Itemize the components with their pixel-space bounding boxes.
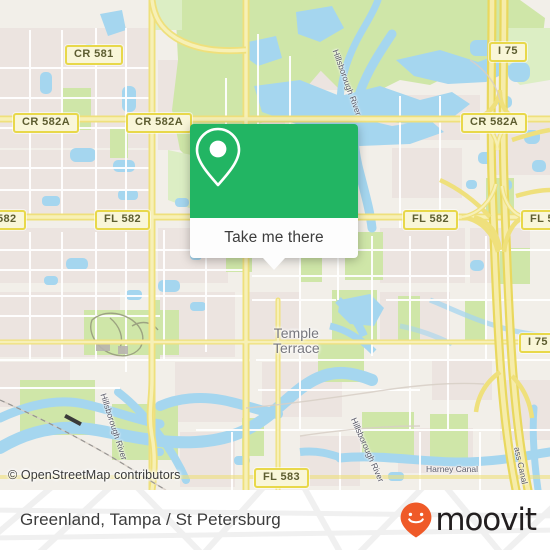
- take-me-there-callout[interactable]: Take me there: [190, 124, 358, 258]
- road-shield-582-clipped[interactable]: 582: [0, 210, 26, 230]
- road-shield-fl-582-west[interactable]: FL 582: [95, 210, 151, 230]
- road-shield-i-75-north[interactable]: I 75: [489, 42, 527, 62]
- road-shield-fl-582-east[interactable]: FL 582: [403, 210, 459, 230]
- map-canvas[interactable]: Hillsborough River Hillsborough River Hi…: [0, 0, 550, 490]
- road-shield-cr-582a-west[interactable]: CR 582A: [13, 113, 80, 133]
- moovit-brand[interactable]: moovit: [398, 501, 537, 539]
- callout-pin-area: [190, 124, 358, 218]
- callout-tail: [263, 258, 285, 270]
- road-shield-fl-583[interactable]: FL 583: [254, 468, 310, 488]
- footer-location-title: Greenland, Tampa / St Petersburg: [20, 510, 281, 529]
- road-shield-cr-581[interactable]: CR 581: [65, 45, 123, 65]
- moovit-smiley-pin-icon: [400, 502, 432, 538]
- road-shield-fl-58-clipped[interactable]: FL 58: [521, 210, 550, 230]
- callout-action-bar[interactable]: Take me there: [190, 218, 358, 258]
- road-shield-cr-582a-east[interactable]: CR 582A: [461, 113, 528, 133]
- road-shield-cr-582a-mid[interactable]: CR 582A: [126, 113, 193, 133]
- moovit-wordmark: moovit: [435, 501, 537, 538]
- location-pin-icon: [195, 127, 241, 187]
- road-shield-i-75-south[interactable]: I 75: [519, 333, 550, 353]
- moovit-map-screenshot: Hillsborough River Hillsborough River Hi…: [0, 0, 550, 550]
- take-me-there-label: Take me there: [224, 229, 324, 246]
- openstreetmap-attribution[interactable]: © OpenStreetMap contributors: [8, 468, 181, 482]
- footer-bar: Greenland, Tampa / St Petersburg moovit: [0, 490, 550, 550]
